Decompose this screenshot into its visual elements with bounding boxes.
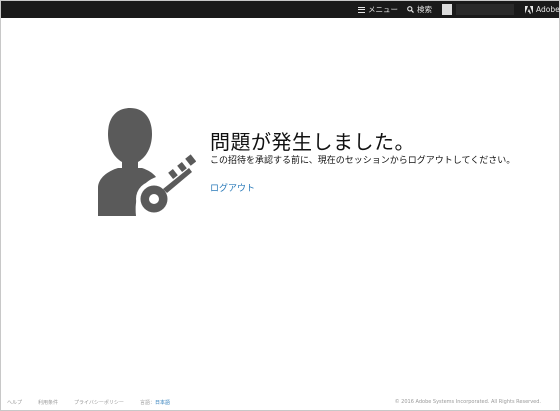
menu-label: メニュー [368, 5, 398, 14]
language-selector[interactable]: 言語：日本語 [140, 399, 170, 406]
search-label: 検索 [417, 5, 432, 14]
account-name[interactable] [456, 4, 514, 15]
logout-link[interactable]: ログアウト [210, 181, 255, 194]
search-icon [407, 6, 414, 13]
avatar[interactable] [442, 4, 452, 15]
user-key-icon [98, 108, 196, 216]
menu-icon [358, 6, 365, 13]
error-title: 問題が発生しました。 [210, 130, 415, 154]
search-button[interactable]: 検索 [407, 1, 432, 18]
adobe-logo-icon [525, 5, 533, 14]
adobe-brand-label: Adobe [536, 5, 560, 14]
footer-privacy-link[interactable]: プライバシーポリシー [74, 399, 124, 406]
language-value[interactable]: 日本語 [155, 400, 170, 406]
error-message: この招待を承認する前に、現在のセッションからログアウトしてください。 [210, 156, 516, 166]
menu-button[interactable]: メニュー [358, 1, 398, 18]
footer-links: ヘルプ 利用条件 プライバシーポリシー 言語：日本語 [7, 399, 170, 406]
footer-terms-link[interactable]: 利用条件 [38, 399, 58, 406]
language-label: 言語： [139, 400, 155, 406]
adobe-brand[interactable]: Adobe [525, 1, 560, 18]
copyright: © 2016 Adobe Systems Incorporated. All R… [394, 399, 541, 405]
footer-help-link[interactable]: ヘルプ [7, 399, 22, 406]
top-navigation-bar: メニュー 検索 Adobe [1, 1, 560, 18]
